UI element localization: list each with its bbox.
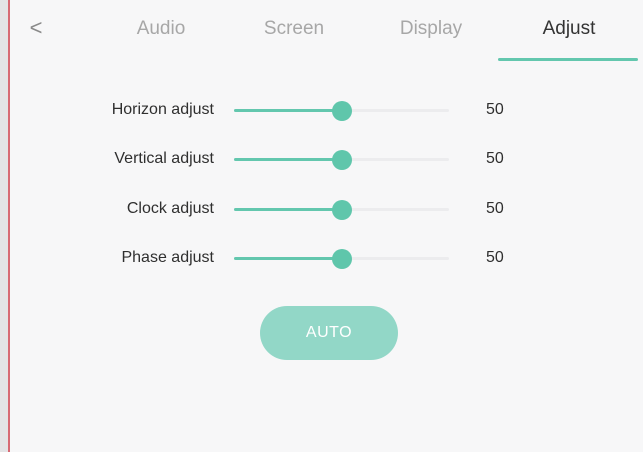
back-button[interactable]: <: [24, 14, 48, 42]
horizon-adjust-label: Horizon adjust: [111, 101, 214, 118]
horizon-adjust-row: Horizon adjust 50: [10, 94, 643, 128]
phase-adjust-row: Phase adjust 50: [10, 242, 643, 276]
slider-thumb[interactable]: [332, 150, 352, 170]
slider-thumb[interactable]: [332, 101, 352, 121]
tab-audio[interactable]: Audio: [116, 18, 206, 46]
slider-fill: [234, 257, 342, 260]
chevron-left-icon: <: [29, 15, 43, 40]
tab-bar: < Audio Screen Display Adjust: [10, 0, 643, 64]
tab-display[interactable]: Display: [382, 18, 480, 46]
active-tab-indicator: [498, 58, 638, 61]
slider-fill: [234, 208, 342, 211]
horizon-adjust-slider[interactable]: [234, 94, 449, 128]
phase-adjust-label: Phase adjust: [121, 249, 214, 266]
clock-adjust-label: Clock adjust: [126, 200, 214, 217]
slider-thumb[interactable]: [332, 249, 352, 269]
vertical-adjust-label: Vertical adjust: [114, 150, 214, 167]
tab-adjust[interactable]: Adjust: [524, 18, 614, 46]
vertical-adjust-value: 50: [486, 150, 504, 167]
auto-button[interactable]: AUTO: [260, 306, 398, 360]
slider-fill: [234, 158, 342, 161]
phase-adjust-value: 50: [486, 249, 504, 266]
slider-thumb[interactable]: [332, 200, 352, 220]
slider-fill: [234, 109, 342, 112]
vertical-adjust-slider[interactable]: [234, 143, 449, 177]
settings-panel: < Audio Screen Display Adjust Horizon ad…: [8, 0, 643, 452]
phase-adjust-slider[interactable]: [234, 242, 449, 276]
clock-adjust-slider[interactable]: [234, 193, 449, 227]
horizon-adjust-value: 50: [486, 101, 504, 118]
clock-adjust-row: Clock adjust 50: [10, 193, 643, 227]
clock-adjust-value: 50: [486, 200, 504, 217]
vertical-adjust-row: Vertical adjust 50: [10, 143, 643, 177]
tab-screen[interactable]: Screen: [246, 18, 342, 46]
